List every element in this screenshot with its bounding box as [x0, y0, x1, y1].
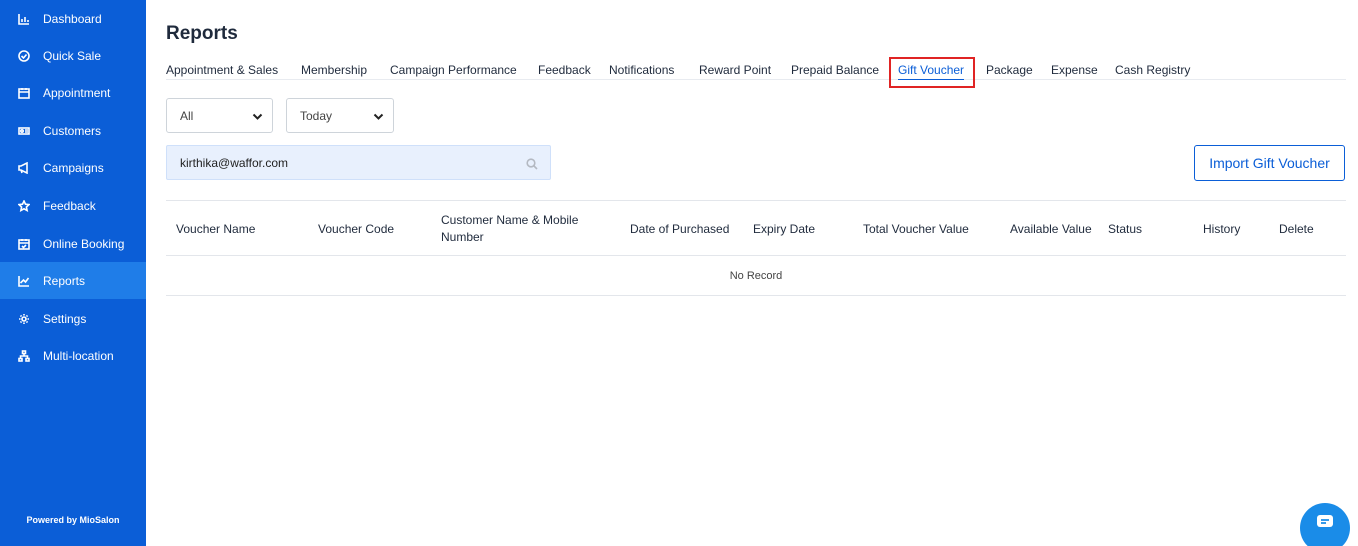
- sidebar-item-label: Online Booking: [43, 236, 125, 251]
- import-gift-voucher-button[interactable]: Import Gift Voucher: [1194, 145, 1345, 181]
- sidebar-item-quick-sale[interactable]: Quick Sale: [0, 37, 146, 74]
- column-header-voucher-code[interactable]: Voucher Code: [318, 221, 394, 238]
- sidebar-item-label: Reports: [43, 273, 86, 288]
- tab-reward-point[interactable]: Reward Point: [699, 63, 771, 77]
- line-chart-icon: [17, 274, 31, 288]
- megaphone-icon: [17, 161, 31, 175]
- sidebar-item-label: Quick Sale: [43, 48, 102, 63]
- gear-icon: [17, 312, 31, 326]
- sidebar-item-label: Campaigns: [43, 160, 104, 175]
- type-filter-value: All: [180, 108, 194, 123]
- sidebar-item-label: Dashboard: [43, 11, 102, 26]
- sidebar: Dashboard Quick Sale Appointment Custome…: [0, 0, 146, 546]
- column-header-delete[interactable]: Delete: [1279, 221, 1314, 238]
- sidebar-item-multi-location[interactable]: Multi-location: [0, 337, 146, 374]
- sidebar-item-feedback[interactable]: Feedback: [0, 187, 146, 224]
- gift-voucher-table: Voucher Name Voucher Code Customer Name …: [166, 200, 1346, 296]
- page-title: Reports: [166, 23, 238, 44]
- powered-by-text: Powered by MioSalon: [26, 515, 120, 525]
- chevron-down-icon: [252, 111, 263, 122]
- column-header-available-value[interactable]: Available Value: [1010, 221, 1092, 238]
- check-circle-icon: [17, 49, 31, 63]
- search-box: [166, 145, 551, 180]
- sidebar-item-label: Appointment: [43, 85, 111, 100]
- active-tab-highlight-box: [889, 57, 975, 88]
- table-empty-row: No Record: [166, 256, 1346, 296]
- sidebar-item-appointment[interactable]: Appointment: [0, 74, 146, 111]
- no-record-text: No Record: [729, 269, 783, 282]
- sidebar-item-online-booking[interactable]: Online Booking: [0, 225, 146, 262]
- main-content: Reports Appointment & Sales Membership C…: [146, 0, 1358, 546]
- column-header-expiry-date[interactable]: Expiry Date: [753, 221, 815, 238]
- column-header-history[interactable]: History: [1203, 221, 1240, 238]
- search-icon[interactable]: [526, 157, 538, 170]
- tab-package[interactable]: Package: [986, 63, 1033, 77]
- chat-widget-button[interactable]: [1300, 503, 1350, 546]
- sidebar-item-label: Customers: [43, 123, 102, 138]
- sidebar-item-dashboard[interactable]: Dashboard: [0, 0, 146, 37]
- table-header: Voucher Name Voucher Code Customer Name …: [166, 200, 1346, 256]
- sidebar-item-customers[interactable]: Customers: [0, 112, 146, 149]
- tab-membership[interactable]: Membership: [301, 63, 367, 77]
- date-filter-value: Today: [300, 108, 333, 123]
- tab-prepaid-balance[interactable]: Prepaid Balance: [791, 63, 879, 77]
- tab-cash-registry[interactable]: Cash Registry: [1115, 63, 1190, 77]
- tab-feedback[interactable]: Feedback: [538, 63, 591, 77]
- sidebar-item-label: Feedback: [43, 198, 96, 213]
- sidebar-item-label: Settings: [43, 311, 87, 326]
- tab-campaign-performance[interactable]: Campaign Performance: [390, 63, 517, 77]
- report-tabs: Appointment & Sales Membership Campaign …: [166, 60, 1346, 80]
- date-filter-select[interactable]: Today: [286, 98, 394, 133]
- tab-expense[interactable]: Expense: [1051, 63, 1098, 77]
- sidebar-item-campaigns[interactable]: Campaigns: [0, 149, 146, 186]
- sitemap-icon: [17, 349, 31, 363]
- tab-appointment-sales[interactable]: Appointment & Sales: [166, 63, 278, 77]
- star-icon: [17, 199, 31, 213]
- tab-notifications[interactable]: Notifications: [609, 63, 674, 77]
- calendar-icon: [17, 86, 31, 100]
- chevron-down-icon: [373, 111, 384, 122]
- users-icon: [17, 124, 31, 138]
- chat-icon: [1315, 515, 1335, 537]
- type-filter-select[interactable]: All: [166, 98, 273, 133]
- column-header-customer-name-mobile[interactable]: Customer Name & Mobile Number: [441, 212, 596, 246]
- calendar-check-icon: [17, 237, 31, 251]
- column-header-voucher-name[interactable]: Voucher Name: [176, 221, 255, 238]
- column-header-status[interactable]: Status: [1108, 221, 1142, 238]
- sidebar-item-settings[interactable]: Settings: [0, 300, 146, 337]
- search-input[interactable]: [167, 155, 507, 170]
- sidebar-item-label: Multi-location: [43, 348, 114, 363]
- sidebar-item-reports[interactable]: Reports: [0, 262, 146, 299]
- column-header-date-of-purchased[interactable]: Date of Purchased: [630, 221, 729, 238]
- column-header-total-voucher-value[interactable]: Total Voucher Value: [863, 221, 969, 238]
- chart-bar-icon: [17, 12, 31, 26]
